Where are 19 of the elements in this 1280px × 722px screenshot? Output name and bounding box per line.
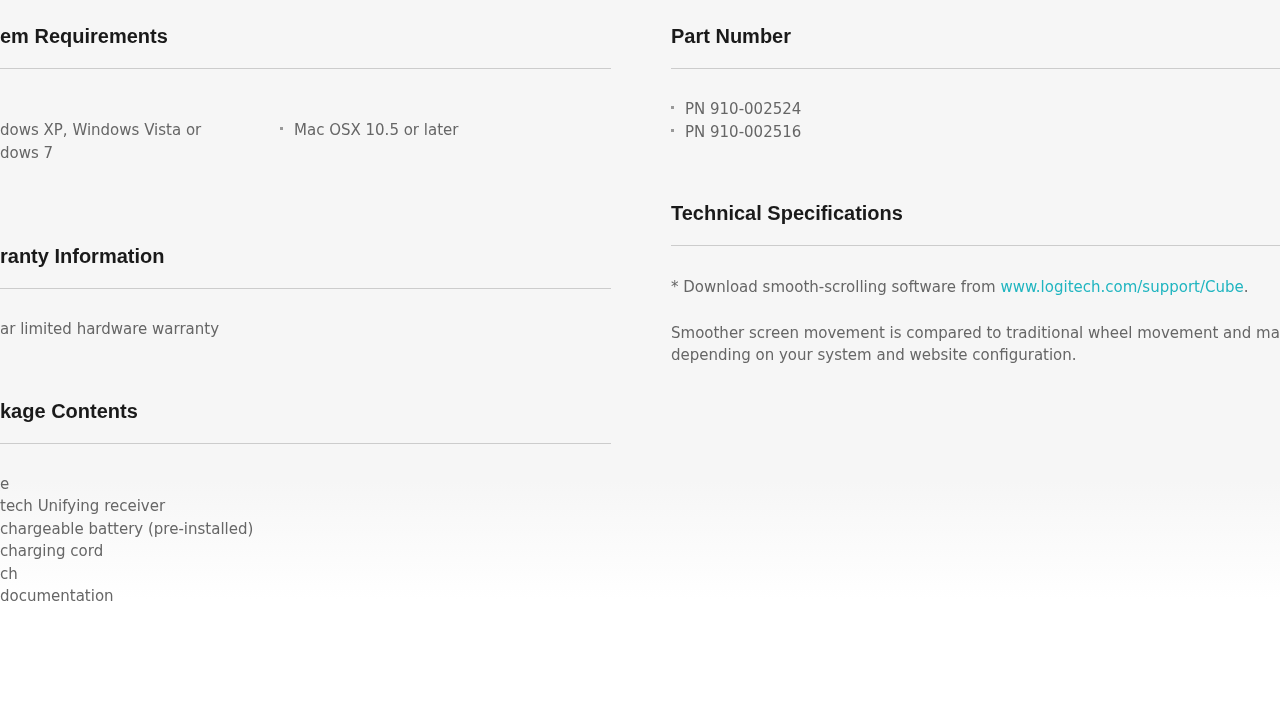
list-item: e <box>0 473 10 495</box>
list-item: tech Unifying receiver <box>0 496 166 517</box>
list-item: documentation <box>0 586 114 607</box>
list-item: ch <box>0 563 18 585</box>
list-item: ar limited hardware warranty <box>0 319 220 340</box>
list-item: PN 910-002516 <box>685 121 802 143</box>
list-item: chargeable battery (pre-installed) <box>0 518 254 540</box>
paragraph: * Download smooth-scrolling software from www.logitech.com/support/Cube. <box>671 277 1250 298</box>
section-heading: em Requirements <box>0 24 168 49</box>
paragraph: Smoother screen movement is compared to traditional wheel movement and ma depending on your system and website configuration. <box>671 322 1280 366</box>
section-heading: Technical Specifications <box>671 201 903 226</box>
section-heading: Part Number <box>671 24 792 49</box>
list-item: charging cord <box>0 541 104 562</box>
list-item: Mac OSX 10.5 or later <box>294 120 459 141</box>
list-item: dows XP, Windows Vista or dows 7 <box>0 120 202 164</box>
list-item: PN 910-002524 <box>685 99 802 120</box>
section-heading: kage Contents <box>0 398 138 424</box>
section-heading: ranty Information <box>0 244 165 269</box>
link[interactable]: www.logitech.com/support/Cube <box>1000 278 1244 296</box>
